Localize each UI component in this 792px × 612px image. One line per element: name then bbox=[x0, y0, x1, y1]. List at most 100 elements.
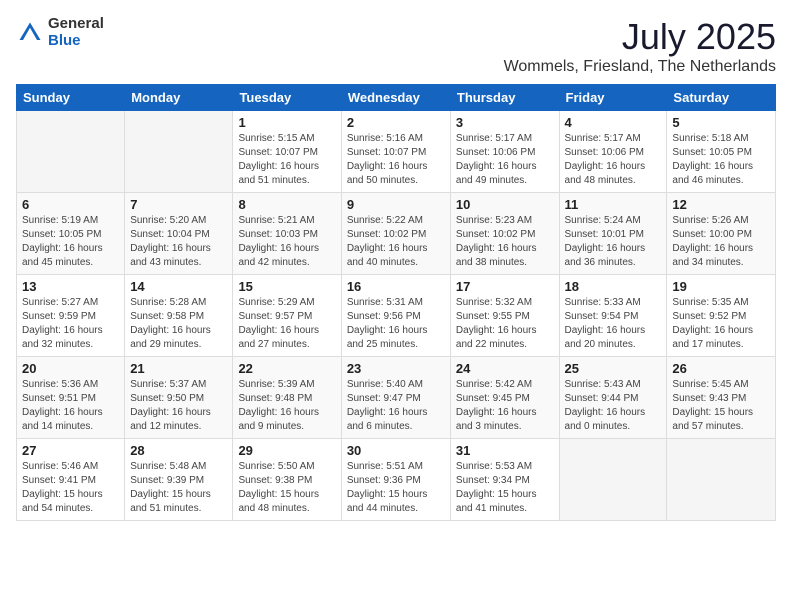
calendar-cell bbox=[559, 439, 667, 521]
logo-icon bbox=[16, 19, 44, 47]
weekday-header-sunday: Sunday bbox=[17, 85, 125, 111]
day-info: Sunrise: 5:15 AM Sunset: 10:07 PM Daylig… bbox=[238, 132, 335, 188]
day-info: Sunrise: 5:53 AM Sunset: 9:34 PM Dayligh… bbox=[456, 460, 554, 516]
day-number: 23 bbox=[347, 361, 445, 376]
day-number: 27 bbox=[22, 443, 119, 458]
calendar-cell: 25 Sunrise: 5:43 AM Sunset: 9:44 PM Dayli… bbox=[559, 357, 667, 439]
calendar-cell: 13Sunrise: 5:27 AM Sunset: 9:59 PM Dayli… bbox=[17, 275, 125, 357]
calendar-cell: 27 Sunrise: 5:46 AM Sunset: 9:41 PM Dayli… bbox=[17, 439, 125, 521]
day-number: 12 bbox=[672, 197, 770, 212]
title-block: July 2025 Wommels, Friesland, The Nether… bbox=[504, 16, 776, 76]
day-info: Sunrise: 5:28 AM Sunset: 9:58 PM Dayligh… bbox=[130, 296, 227, 352]
day-number: 16 bbox=[347, 279, 445, 294]
day-number: 11 bbox=[565, 197, 662, 212]
day-number: 30 bbox=[347, 443, 445, 458]
calendar-cell bbox=[17, 111, 125, 193]
calendar-cell: 8 Sunrise: 5:21 AM Sunset: 10:03 PM Dayli… bbox=[233, 193, 341, 275]
calendar-cell: 14 Sunrise: 5:28 AM Sunset: 9:58 PM Dayli… bbox=[125, 275, 233, 357]
day-number: 7 bbox=[130, 197, 227, 212]
day-info: Sunrise: 5:42 AM Sunset: 9:45 PM Dayligh… bbox=[456, 378, 554, 434]
weekday-header-wednesday: Wednesday bbox=[341, 85, 450, 111]
day-number: 4 bbox=[565, 115, 662, 130]
calendar-cell: 15 Sunrise: 5:29 AM Sunset: 9:57 PM Dayli… bbox=[233, 275, 341, 357]
day-info: Sunrise: 5:23 AM Sunset: 10:02 PM Daylig… bbox=[456, 214, 554, 270]
day-number: 8 bbox=[238, 197, 335, 212]
calendar-week-row: 27 Sunrise: 5:46 AM Sunset: 9:41 PM Dayli… bbox=[17, 439, 776, 521]
calendar-cell: 4 Sunrise: 5:17 AM Sunset: 10:06 PM Dayli… bbox=[559, 111, 667, 193]
day-info: Sunrise: 5:26 AM Sunset: 10:00 PM Daylig… bbox=[672, 214, 770, 270]
weekday-header-friday: Friday bbox=[559, 85, 667, 111]
day-info: Sunrise: 5:18 AM Sunset: 10:05 PM Daylig… bbox=[672, 132, 770, 188]
calendar-cell: 20 Sunrise: 5:36 AM Sunset: 9:51 PM Dayli… bbox=[17, 357, 125, 439]
day-number: 9 bbox=[347, 197, 445, 212]
day-number: 10 bbox=[456, 197, 554, 212]
calendar-week-row: 20 Sunrise: 5:36 AM Sunset: 9:51 PM Dayli… bbox=[17, 357, 776, 439]
day-number: 14 bbox=[130, 279, 227, 294]
day-info: Sunrise: 5:50 AM Sunset: 9:38 PM Dayligh… bbox=[238, 460, 335, 516]
calendar-cell: 21Sunrise: 5:37 AM Sunset: 9:50 PM Dayli… bbox=[125, 357, 233, 439]
day-info: Sunrise: 5:31 AM Sunset: 9:56 PM Dayligh… bbox=[347, 296, 445, 352]
day-number: 5 bbox=[672, 115, 770, 130]
calendar-cell: 3 Sunrise: 5:17 AM Sunset: 10:06 PM Dayli… bbox=[450, 111, 559, 193]
logo: General Blue bbox=[16, 16, 104, 49]
day-number: 17 bbox=[456, 279, 554, 294]
calendar-cell: 29 Sunrise: 5:50 AM Sunset: 9:38 PM Dayli… bbox=[233, 439, 341, 521]
day-info: Sunrise: 5:45 AM Sunset: 9:43 PM Dayligh… bbox=[672, 378, 770, 434]
day-info: Sunrise: 5:29 AM Sunset: 9:57 PM Dayligh… bbox=[238, 296, 335, 352]
day-info: Sunrise: 5:39 AM Sunset: 9:48 PM Dayligh… bbox=[238, 378, 335, 434]
calendar-cell: 22 Sunrise: 5:39 AM Sunset: 9:48 PM Dayli… bbox=[233, 357, 341, 439]
day-info: Sunrise: 5:48 AM Sunset: 9:39 PM Dayligh… bbox=[130, 460, 227, 516]
day-info: Sunrise: 5:36 AM Sunset: 9:51 PM Dayligh… bbox=[22, 378, 119, 434]
calendar-cell: 28Sunrise: 5:48 AM Sunset: 9:39 PM Dayli… bbox=[125, 439, 233, 521]
day-info: Sunrise: 5:21 AM Sunset: 10:03 PM Daylig… bbox=[238, 214, 335, 270]
day-info: Sunrise: 5:32 AM Sunset: 9:55 PM Dayligh… bbox=[456, 296, 554, 352]
calendar-week-row: 6 Sunrise: 5:19 AM Sunset: 10:05 PM Dayli… bbox=[17, 193, 776, 275]
day-number: 6 bbox=[22, 197, 119, 212]
day-number: 25 bbox=[565, 361, 662, 376]
day-number: 31 bbox=[456, 443, 554, 458]
day-number: 26 bbox=[672, 361, 770, 376]
day-number: 3 bbox=[456, 115, 554, 130]
calendar-cell: 26 Sunrise: 5:45 AM Sunset: 9:43 PM Dayli… bbox=[667, 357, 776, 439]
calendar-cell: 17 Sunrise: 5:32 AM Sunset: 9:55 PM Dayli… bbox=[450, 275, 559, 357]
day-number: 1 bbox=[238, 115, 335, 130]
weekday-header-saturday: Saturday bbox=[667, 85, 776, 111]
day-number: 2 bbox=[347, 115, 445, 130]
weekday-header-thursday: Thursday bbox=[450, 85, 559, 111]
day-info: Sunrise: 5:22 AM Sunset: 10:02 PM Daylig… bbox=[347, 214, 445, 270]
calendar-week-row: 1 Sunrise: 5:15 AM Sunset: 10:07 PM Dayli… bbox=[17, 111, 776, 193]
calendar-cell: 7 Sunrise: 5:20 AM Sunset: 10:04 PM Dayli… bbox=[125, 193, 233, 275]
location: Wommels, Friesland, The Netherlands bbox=[504, 58, 776, 76]
day-number: 15 bbox=[238, 279, 335, 294]
day-info: Sunrise: 5:20 AM Sunset: 10:04 PM Daylig… bbox=[130, 214, 227, 270]
calendar-cell: 11 Sunrise: 5:24 AM Sunset: 10:01 PM Dayl… bbox=[559, 193, 667, 275]
calendar-cell: 10 Sunrise: 5:23 AM Sunset: 10:02 PM Dayl… bbox=[450, 193, 559, 275]
day-number: 29 bbox=[238, 443, 335, 458]
day-info: Sunrise: 5:27 AM Sunset: 9:59 PM Dayligh… bbox=[22, 296, 119, 352]
calendar-cell: 24 Sunrise: 5:42 AM Sunset: 9:45 PM Dayli… bbox=[450, 357, 559, 439]
day-number: 22 bbox=[238, 361, 335, 376]
day-info: Sunrise: 5:35 AM Sunset: 9:52 PM Dayligh… bbox=[672, 296, 770, 352]
calendar-cell: 16 Sunrise: 5:31 AM Sunset: 9:56 PM Dayli… bbox=[341, 275, 450, 357]
day-info: Sunrise: 5:43 AM Sunset: 9:44 PM Dayligh… bbox=[565, 378, 662, 434]
calendar-cell: 23Sunrise: 5:40 AM Sunset: 9:47 PM Dayli… bbox=[341, 357, 450, 439]
day-number: 18 bbox=[565, 279, 662, 294]
day-info: Sunrise: 5:17 AM Sunset: 10:06 PM Daylig… bbox=[565, 132, 662, 188]
day-info: Sunrise: 5:24 AM Sunset: 10:01 PM Daylig… bbox=[565, 214, 662, 270]
day-info: Sunrise: 5:16 AM Sunset: 10:07 PM Daylig… bbox=[347, 132, 445, 188]
day-number: 24 bbox=[456, 361, 554, 376]
day-info: Sunrise: 5:33 AM Sunset: 9:54 PM Dayligh… bbox=[565, 296, 662, 352]
calendar-cell: 5 Sunrise: 5:18 AM Sunset: 10:05 PM Dayli… bbox=[667, 111, 776, 193]
calendar-cell: 9 Sunrise: 5:22 AM Sunset: 10:02 PM Dayli… bbox=[341, 193, 450, 275]
calendar-cell: 18 Sunrise: 5:33 AM Sunset: 9:54 PM Dayli… bbox=[559, 275, 667, 357]
day-number: 20 bbox=[22, 361, 119, 376]
day-info: Sunrise: 5:19 AM Sunset: 10:05 PM Daylig… bbox=[22, 214, 119, 270]
day-info: Sunrise: 5:17 AM Sunset: 10:06 PM Daylig… bbox=[456, 132, 554, 188]
calendar-cell: 12 Sunrise: 5:26 AM Sunset: 10:00 PM Dayl… bbox=[667, 193, 776, 275]
logo-general: General bbox=[48, 16, 104, 33]
calendar-table: SundayMondayTuesdayWednesdayThursdayFrid… bbox=[16, 84, 776, 521]
day-info: Sunrise: 5:46 AM Sunset: 9:41 PM Dayligh… bbox=[22, 460, 119, 516]
page-header: General Blue July 2025 Wommels, Frieslan… bbox=[16, 16, 776, 76]
day-info: Sunrise: 5:37 AM Sunset: 9:50 PM Dayligh… bbox=[130, 378, 227, 434]
day-info: Sunrise: 5:51 AM Sunset: 9:36 PM Dayligh… bbox=[347, 460, 445, 516]
